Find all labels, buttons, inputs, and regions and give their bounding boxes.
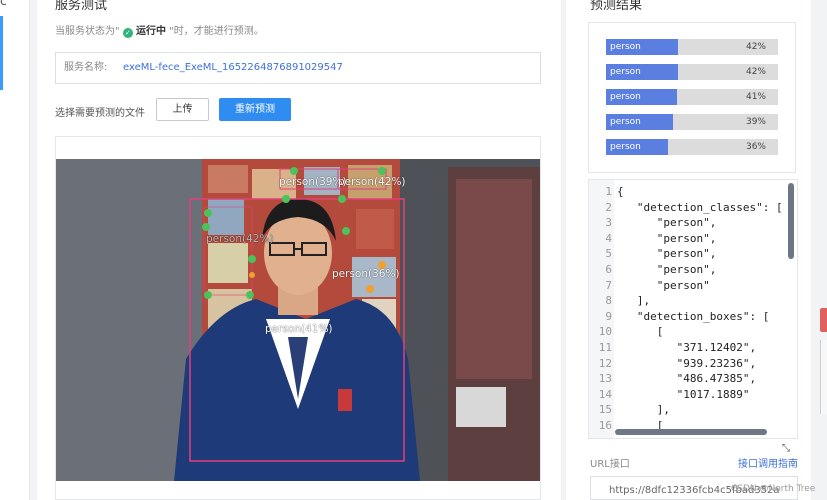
watermark: CSDN @North Tree: [731, 484, 816, 494]
left-nav-strip: c: [0, 0, 30, 500]
line-number: 5: [605, 247, 612, 261]
line-number: 13: [598, 372, 612, 386]
prediction-image-frame: person(39%) person(42%) person(42%) pers…: [55, 136, 541, 500]
result-percent: 42%: [745, 42, 766, 52]
code-text: "486.47385",: [617, 372, 757, 386]
code-text: "person",: [617, 263, 717, 276]
service-hint: 当服务状态为" ✓ 运行中 "时，才能进行预测。: [55, 22, 264, 38]
detection-label: person(36%): [332, 268, 400, 280]
prediction-result-panel: 预测结果 person 42% person 42% person 41% pe…: [566, 0, 811, 500]
upload-button[interactable]: 上传: [156, 98, 209, 121]
result-percent: 42%: [745, 67, 766, 77]
prediction-result-title: 预测结果: [590, 0, 643, 13]
line-number: 1: [605, 185, 612, 198]
service-name-field: 服务名称: exeML-fece_ExeML_16522648768910295…: [55, 52, 541, 84]
code-text: "person": [617, 278, 710, 292]
hint-status: 运行中: [135, 26, 166, 37]
code-text: {: [617, 185, 624, 198]
code-text: "371.12402",: [617, 341, 757, 354]
result-class: person: [610, 92, 641, 102]
vertical-scrollbar[interactable]: [788, 183, 794, 259]
result-percent: 36%: [745, 142, 766, 152]
code-text: "1017.1889": [617, 387, 750, 401]
service-test-title: 服务测试: [55, 0, 108, 13]
result-percent: 39%: [745, 117, 766, 127]
left-nav-active-item[interactable]: [0, 16, 3, 90]
result-class: person: [610, 67, 641, 77]
result-class: person: [610, 117, 641, 127]
line-number: 14: [598, 387, 612, 401]
detection-label: person(41%): [265, 323, 333, 335]
result-row: person 36%: [606, 139, 778, 155]
side-feedback-tab[interactable]: [820, 308, 827, 332]
url-interface-label: URL接口: [590, 459, 630, 470]
photo-illustration: [56, 159, 540, 481]
result-class: person: [610, 42, 641, 52]
line-number: 7: [605, 278, 612, 292]
line-number: 6: [605, 263, 612, 276]
repredict-button[interactable]: 重新预测: [219, 98, 291, 121]
side-toolbar[interactable]: [820, 340, 827, 414]
result-bars: person 42% person 42% person 41% person …: [588, 22, 796, 173]
prediction-photo: person(39%) person(42%) person(42%) pers…: [56, 159, 540, 481]
line-number: 2: [605, 200, 612, 214]
line-number: 3: [605, 216, 612, 230]
line-number: 10: [598, 325, 612, 339]
api-guide-link[interactable]: 接口调用指南: [738, 455, 798, 470]
line-number: 9: [605, 309, 612, 323]
detection-label: person(42%): [206, 233, 274, 245]
check-circle-icon: ✓: [122, 28, 133, 38]
result-class: person: [610, 142, 641, 152]
line-number: 4: [605, 231, 612, 245]
result-row: person 42%: [606, 64, 778, 80]
detection-label: person(42%): [338, 176, 406, 188]
service-name-value: exeML-fece_ExeML_1652264876891029547: [123, 62, 343, 73]
code-text: ],: [617, 294, 651, 308]
line-number: 11: [598, 341, 612, 354]
horizontal-scrollbar[interactable]: [615, 429, 767, 435]
code-text: "person",: [617, 231, 717, 245]
hint-suffix: "时，才能进行预测。: [169, 26, 264, 37]
result-row: person 42%: [606, 39, 778, 55]
code-text: "person",: [617, 247, 717, 261]
result-percent: 41%: [745, 92, 766, 102]
resize-handle-icon[interactable]: ⤡: [782, 443, 790, 454]
left-nav-cut-text: c: [0, 0, 7, 8]
detection-label: person(39%): [279, 176, 347, 188]
code-text: [: [617, 325, 664, 339]
file-select-label: 选择需要预测的文件: [55, 108, 145, 119]
code-text: "person",: [617, 216, 717, 230]
service-name-label: 服务名称:: [64, 62, 108, 73]
service-test-panel: 服务测试 当服务状态为" ✓ 运行中 "时，才能进行预测。 服务名称: exeM…: [37, 0, 561, 500]
hint-prefix: 当服务状态为": [55, 26, 120, 37]
json-result-editor[interactable]: 1 {2 "detection_classes": [ 3 "person", 4 "…: [588, 179, 798, 439]
line-number: 12: [598, 356, 612, 370]
result-row: person 41%: [606, 89, 778, 105]
code-text: ],: [617, 403, 670, 417]
line-number: 16: [598, 419, 612, 432]
line-number: 15: [598, 403, 612, 417]
result-row: person 39%: [606, 114, 778, 130]
line-number: 8: [605, 294, 612, 308]
code-text: "detection_boxes": [: [617, 309, 770, 323]
code-text: "detection_classes": [: [617, 200, 783, 214]
code-text: "939.23236",: [617, 356, 757, 370]
